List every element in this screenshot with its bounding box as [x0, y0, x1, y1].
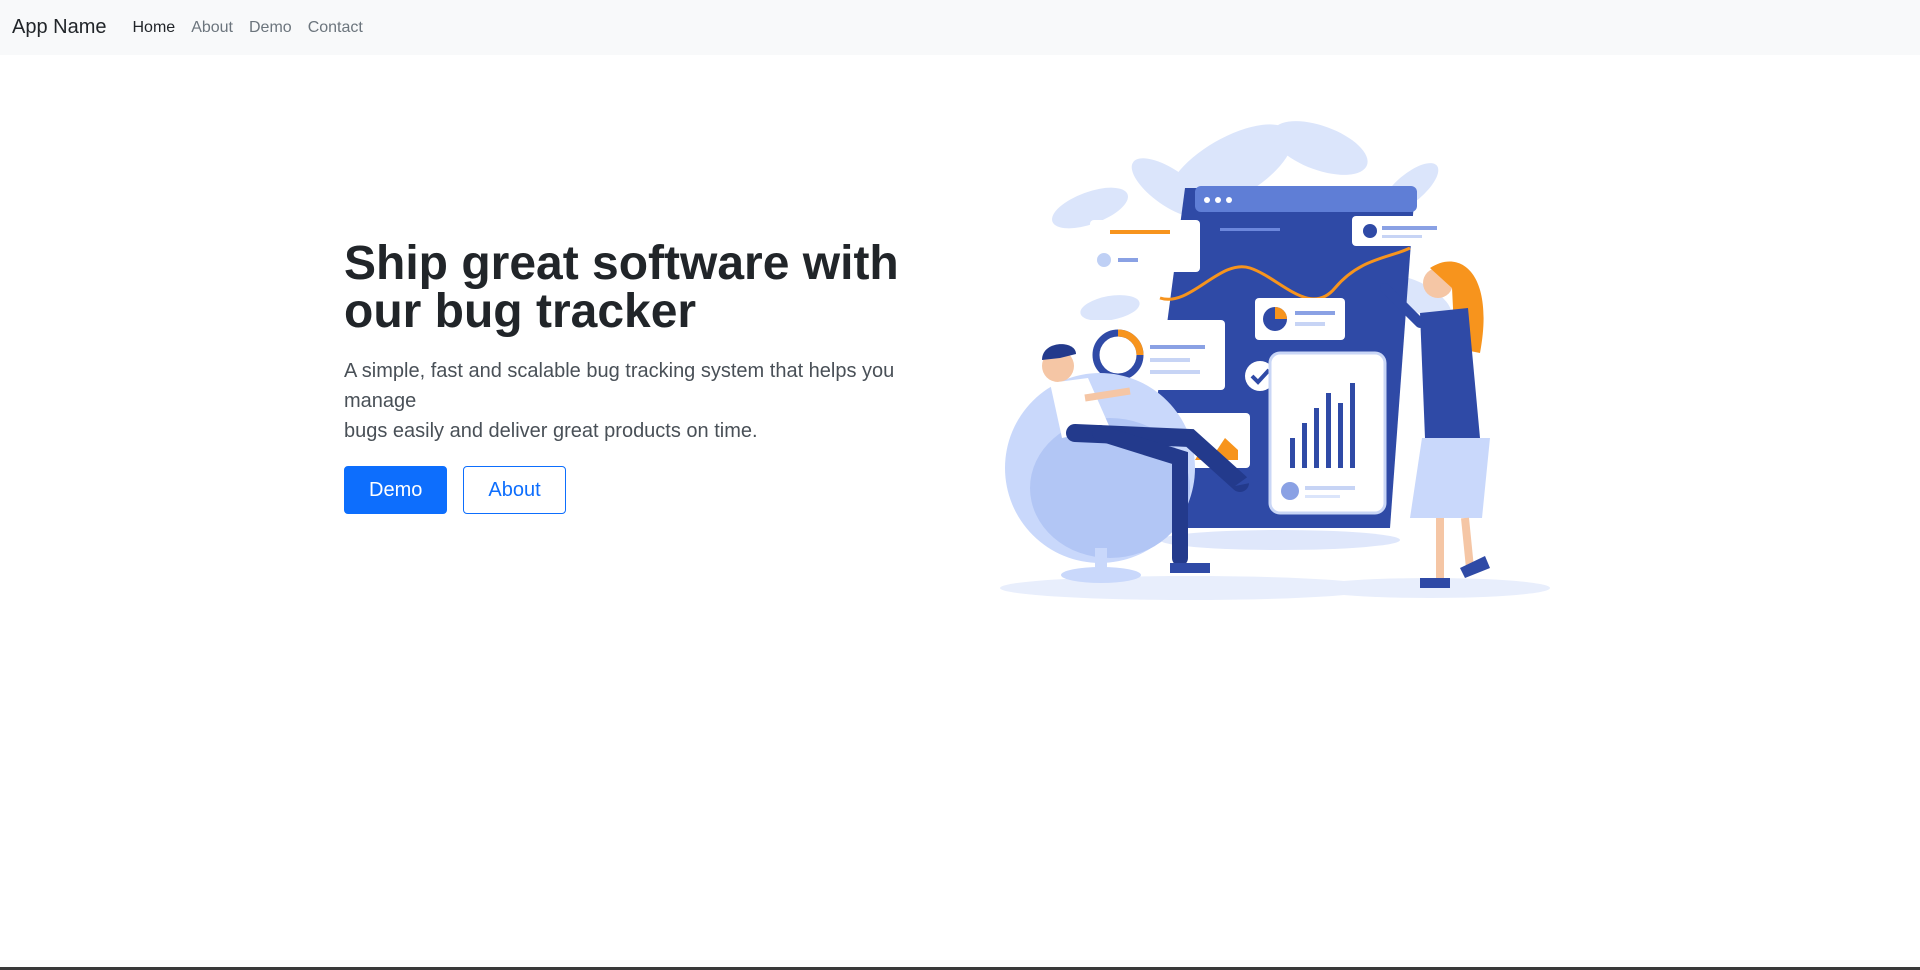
hero-lead-line-1: A simple, fast and scalable bug tracking…: [344, 360, 895, 412]
hero-title: Ship great software with our bug tracker: [344, 240, 964, 336]
brand-link[interactable]: App Name: [12, 16, 107, 39]
hero-title-line-1: Ship great software with: [344, 237, 899, 290]
hero-lead: A simple, fast and scalable bug tracking…: [344, 356, 964, 446]
hero-title-line-2: our bug tracker: [344, 285, 697, 338]
demo-button[interactable]: Demo: [344, 466, 448, 514]
nav-link-about[interactable]: About: [191, 19, 233, 37]
nav-links: Home About Demo Contact: [133, 19, 363, 37]
top-navbar: App Name Home About Demo Contact: [0, 0, 1920, 55]
nav-link-demo[interactable]: Demo: [249, 19, 292, 37]
about-button[interactable]: About: [463, 466, 566, 514]
team-analytics-dashboard-illustration: [990, 108, 1560, 608]
hero-actions: Demo About: [344, 466, 964, 514]
hero-lead-line-2: bugs easily and deliver great products o…: [344, 420, 758, 442]
nav-link-home[interactable]: Home: [133, 19, 176, 37]
nav-link-contact[interactable]: Contact: [308, 19, 363, 37]
hero-section: Ship great software with our bug tracker…: [344, 240, 964, 514]
